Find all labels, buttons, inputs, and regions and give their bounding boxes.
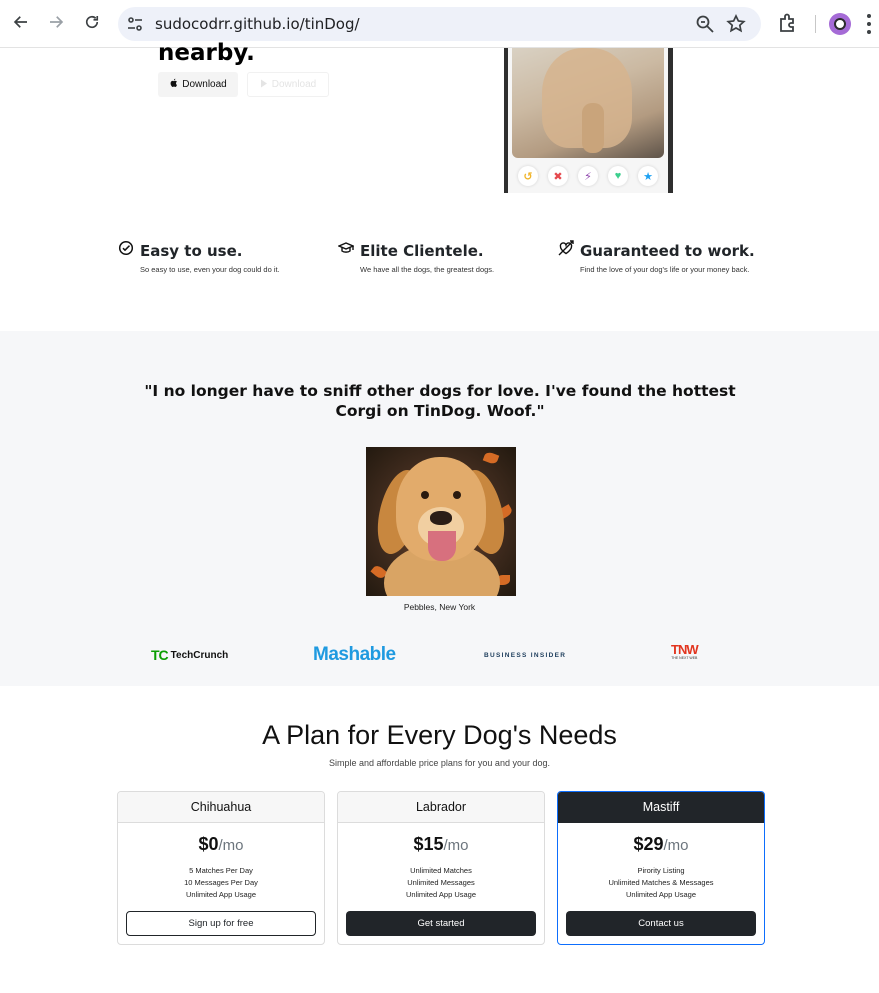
plan-name: Labrador	[338, 792, 544, 823]
plan-feature: Unlimited Messages	[407, 878, 475, 887]
plan-feature: 5 Matches Per Day	[189, 866, 253, 875]
plan-features: Pirority Listing Unlimited Matches & Mes…	[558, 865, 764, 901]
plan-features: 5 Matches Per Day 10 Messages Per Day Un…	[118, 865, 324, 901]
plan-feature: Unlimited App Usage	[185, 890, 257, 899]
plan-price-period: /mo	[663, 837, 689, 854]
browser-toolbar: sudocodrr.github.io/tinDog/	[0, 0, 879, 48]
plan-name: Chihuahua	[118, 792, 324, 823]
plan-price-period: /mo	[443, 837, 469, 854]
feature-text: So easy to use, even your dog could do i…	[140, 265, 280, 274]
super-like-icon: ★	[638, 166, 658, 186]
plan-feature: Unlimited Matches	[410, 866, 472, 875]
plan-price-amount: $0	[198, 834, 219, 854]
tnw-sub: THE NEXT WEB	[671, 656, 698, 660]
pricing-subtitle: Simple and affordable price plans for yo…	[329, 758, 550, 768]
sign-up-free-button[interactable]: Sign up for free	[126, 911, 316, 936]
url-text[interactable]: sudocodrr.github.io/tinDog/	[155, 15, 360, 33]
testimonial-section: "I no longer have to sniff other dogs fo…	[0, 331, 879, 686]
plan-price-period: /mo	[218, 837, 244, 854]
techcrunch-mark: TC	[151, 647, 169, 663]
pricing-title: A Plan for Every Dog's Needs	[262, 720, 617, 750]
plan-name: Mastiff	[558, 792, 764, 823]
toolbar-separator	[815, 15, 816, 33]
plan-card-mastiff: Mastiff $29/mo Pirority Listing Unlimite…	[557, 791, 765, 945]
reload-icon[interactable]	[80, 10, 104, 34]
like-icon: ♥	[608, 166, 628, 186]
plan-card-chihuahua: Chihuahua $0/mo 5 Matches Per Day 10 Mes…	[117, 791, 325, 945]
site-info-icon[interactable]	[126, 15, 144, 33]
boost-icon: ⚡	[578, 166, 598, 186]
apple-icon	[169, 78, 178, 91]
heart-arrow-icon	[558, 240, 574, 256]
circle-check-icon	[118, 240, 134, 256]
plan-price: $15/mo	[338, 834, 544, 855]
plan-feature: 10 Messages Per Day	[184, 878, 258, 887]
profile-avatar[interactable]	[829, 13, 851, 35]
plan-price: $0/mo	[118, 834, 324, 855]
get-started-button[interactable]: Get started	[346, 911, 536, 936]
zoom-icon[interactable]	[695, 14, 715, 34]
google-play-icon	[260, 79, 268, 91]
download-google-play-button[interactable]: Download	[247, 72, 329, 97]
testimonial-caption: Pebbles, New York	[403, 602, 476, 612]
hero-heading: nearby.	[158, 40, 255, 66]
plan-feature: Unlimited Matches & Messages	[608, 878, 714, 887]
contact-us-button[interactable]: Contact us	[566, 911, 756, 936]
phone-dog-photo	[512, 48, 664, 158]
mashable-logo: Mashable	[313, 644, 396, 665]
download-apple-button[interactable]: Download	[158, 72, 238, 97]
feature-text: We have all the dogs, the greatest dogs.	[360, 265, 495, 274]
plan-price-amount: $15	[413, 834, 444, 854]
techcrunch-text: TechCrunch	[170, 649, 229, 661]
testimonial-dog-image	[366, 447, 516, 596]
back-icon[interactable]	[9, 10, 33, 34]
feature-title: Elite Clientele.	[360, 242, 484, 260]
feature-text: Find the love of your dog's life or your…	[580, 265, 750, 274]
plan-price: $29/mo	[558, 834, 764, 855]
feature-title: Guaranteed to work.	[580, 242, 755, 260]
browser-menu-icon[interactable]	[866, 14, 872, 34]
tnw-mark: TNW	[671, 642, 699, 657]
forward-icon[interactable]	[44, 10, 68, 34]
bookmark-star-icon[interactable]	[726, 14, 746, 34]
download-apple-label: Download	[182, 79, 227, 90]
techcrunch-logo: TC TechCrunch	[151, 644, 228, 666]
plan-feature: Pirority Listing	[637, 866, 685, 875]
plan-features: Unlimited Matches Unlimited Messages Unl…	[338, 865, 544, 901]
download-google-play-label: Download	[271, 79, 317, 90]
testimonial-quote: "I no longer have to sniff other dogs fo…	[144, 382, 736, 420]
graduation-cap-icon	[337, 240, 355, 256]
feature-title: Easy to use.	[140, 242, 243, 260]
rewind-icon: ↺	[518, 166, 538, 186]
plan-price-amount: $29	[633, 834, 664, 854]
nope-icon: ✖	[548, 166, 568, 186]
tnw-logo: TNW THE NEXT WEB	[671, 642, 699, 666]
plan-feature: Unlimited App Usage	[405, 890, 477, 899]
plan-feature: Unlimited App Usage	[625, 890, 697, 899]
plan-card-labrador: Labrador $15/mo Unlimited Matches Unlimi…	[337, 791, 545, 945]
extensions-icon[interactable]	[777, 12, 799, 34]
business-insider-logo: BUSINESS INSIDER	[484, 651, 567, 659]
address-bar[interactable]: sudocodrr.github.io/tinDog/	[118, 7, 761, 41]
